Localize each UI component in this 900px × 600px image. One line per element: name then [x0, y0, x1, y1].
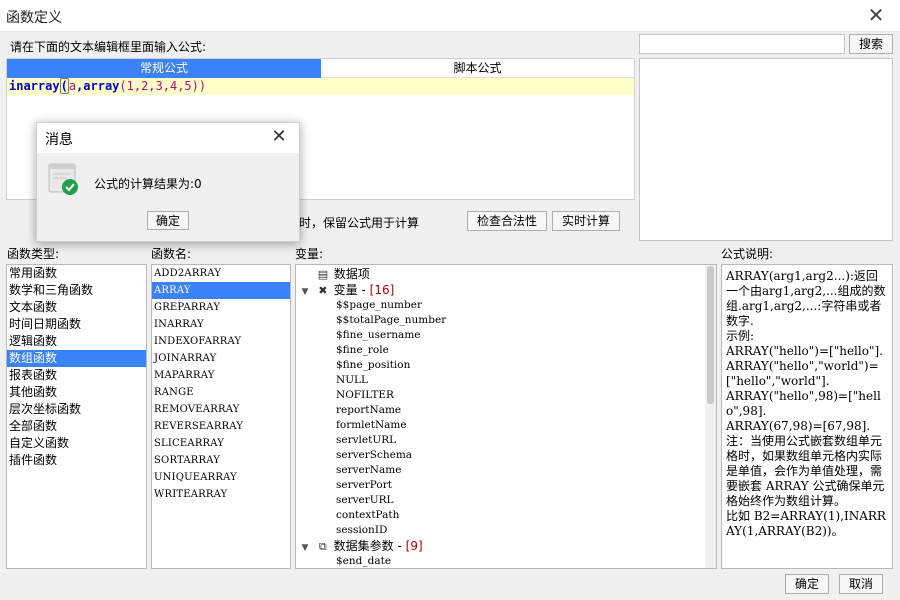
tab-normal-formula[interactable]: 常规公式: [7, 59, 321, 78]
function-name-list[interactable]: ADD2ARRAY ARRAY GREPARRAY INARRAY INDEXO…: [151, 264, 291, 569]
tab-script-formula[interactable]: 脚本公式: [321, 59, 634, 78]
cancel-button[interactable]: 取消: [839, 574, 883, 594]
tree-leaf-variable[interactable]: formletName: [336, 418, 716, 433]
variable-label: 变量:: [295, 247, 324, 261]
dialog-message: 公式的计算结果为:0: [94, 177, 202, 191]
tree-node-data-item[interactable]: ▤ 数据项: [296, 266, 716, 282]
tree-leaf-variable[interactable]: $fine_position: [336, 358, 716, 373]
list-item[interactable]: 报表函数: [7, 367, 146, 384]
list-item[interactable]: SORTARRAY: [152, 452, 290, 469]
dialog-body: 公式的计算结果为:0 确定: [37, 153, 299, 241]
window-close-icon[interactable]: ✕: [864, 4, 888, 28]
dialog-header: 消息 ✕: [37, 123, 299, 153]
code-function: inarray: [9, 79, 60, 93]
list-item[interactable]: 数学和三角函数: [7, 282, 146, 299]
ok-button[interactable]: 确定: [785, 574, 829, 594]
list-item[interactable]: 逻辑函数: [7, 333, 146, 350]
list-item[interactable]: INDEXOFARRAY: [152, 333, 290, 350]
list-item[interactable]: MAPARRAY: [152, 367, 290, 384]
table-icon: ▤: [317, 268, 329, 281]
tree-leaf-variable[interactable]: serverName: [336, 463, 716, 478]
list-item[interactable]: GREPARRAY: [152, 299, 290, 316]
dialog-ok-button[interactable]: 确定: [147, 211, 189, 230]
tree-leaf-variable[interactable]: serverURL: [336, 493, 716, 508]
formula-code-line[interactable]: inarray(a,array(1,2,3,4,5)): [7, 78, 634, 95]
list-item[interactable]: RANGE: [152, 384, 290, 401]
code-cursor-paren: (: [59, 78, 69, 94]
check-validity-button[interactable]: 检查合法性: [467, 211, 547, 231]
dataset-param-icon: ⧉: [318, 540, 327, 553]
code-arg: a: [68, 79, 77, 93]
dialog-title: 消息: [45, 132, 73, 148]
realtime-calc-button[interactable]: 实时计算: [552, 211, 620, 231]
keep-formula-text: 时，保留公式用于计算: [299, 216, 420, 230]
function-type-label: 函数类型:: [7, 247, 60, 261]
list-item[interactable]: SLICEARRAY: [152, 435, 290, 452]
list-item[interactable]: 常用函数: [7, 265, 146, 282]
tree-leaf-variable[interactable]: contextPath: [336, 508, 716, 523]
dataset-param-count: [9]: [405, 539, 423, 553]
list-item-selected[interactable]: ARRAY: [152, 282, 290, 299]
list-item[interactable]: 自定义函数: [7, 435, 146, 452]
tree-leaf-variable[interactable]: $fine_username: [336, 328, 716, 343]
tree-leaf-variable[interactable]: sessionID: [336, 523, 716, 538]
list-item[interactable]: REMOVEARRAY: [152, 401, 290, 418]
chevron-down-icon[interactable]: ▼: [298, 540, 312, 556]
search-input[interactable]: [639, 34, 845, 54]
variable-count: [16]: [369, 283, 395, 297]
tree-leaf-variable[interactable]: serverPort: [336, 478, 716, 493]
tree-leaf-variable[interactable]: NOFILTER: [336, 388, 716, 403]
tree-leaf-variable[interactable]: NULL: [336, 373, 716, 388]
tree-leaf-dataset-param[interactable]: $end_date: [336, 554, 716, 568]
list-item[interactable]: UNIQUEARRAY: [152, 469, 290, 486]
list-item[interactable]: 层次坐标函数: [7, 401, 146, 418]
variable-icon: ✖: [318, 284, 328, 297]
list-item[interactable]: 时间日期函数: [7, 316, 146, 333]
list-item[interactable]: REVERSEARRAY: [152, 418, 290, 435]
list-item-selected[interactable]: 数组函数: [7, 350, 146, 367]
list-item[interactable]: 全部函数: [7, 418, 146, 435]
list-item[interactable]: WRITEARRAY: [152, 486, 290, 503]
tree-leaf-variable[interactable]: $$page_number: [336, 298, 716, 313]
tree-leaf-variable[interactable]: reportName: [336, 403, 716, 418]
tree-leaf-variable[interactable]: serverSchema: [336, 448, 716, 463]
variable-scrollbar-thumb[interactable]: [707, 266, 714, 404]
editor-prompt: 请在下面的文本编辑框里面输入公式:: [10, 40, 207, 54]
list-item[interactable]: 其他函数: [7, 384, 146, 401]
tree-node-variables[interactable]: ▼ ✖ 变量 - [16]: [296, 282, 716, 298]
variable-tree[interactable]: ▤ 数据项 ▼ ✖ 变量 - [16] $$page_number $$tota…: [295, 264, 717, 569]
function-name-label: 函数名:: [151, 247, 192, 261]
function-type-list[interactable]: 常用函数 数学和三角函数 文本函数 时间日期函数 逻辑函数 数组函数 报表函数 …: [6, 264, 147, 569]
window-title: 函数定义: [6, 10, 62, 26]
title-bar: 函数定义 ✕: [0, 0, 900, 32]
message-dialog: 消息 ✕ 公式的计算结果为:0 确定: [36, 122, 300, 242]
tree-node-dataset-params[interactable]: ▼ ⧉ 数据集参数 - [9]: [296, 538, 716, 554]
formula-description-label: 公式说明:: [721, 247, 774, 261]
list-item[interactable]: ADD2ARRAY: [152, 265, 290, 282]
chevron-down-icon[interactable]: ▼: [298, 284, 312, 300]
list-item[interactable]: 文本函数: [7, 299, 146, 316]
search-button[interactable]: 搜索: [849, 34, 893, 54]
list-item[interactable]: 插件函数: [7, 452, 146, 469]
check-circle-icon: [48, 163, 78, 195]
list-item[interactable]: INARRAY: [152, 316, 290, 333]
tree-leaf-variable[interactable]: $$totalPage_number: [336, 313, 716, 328]
code-function: array: [83, 79, 120, 93]
search-results-box[interactable]: [639, 58, 893, 241]
tree-leaf-variable[interactable]: servletURL: [336, 433, 716, 448]
dialog-close-icon[interactable]: ✕: [267, 125, 291, 149]
tree-leaf-variable[interactable]: $fine_role: [336, 343, 716, 358]
code-args: (1,2,3,4,5)): [119, 79, 207, 93]
formula-description: ARRAY(arg1,arg2...):返回一个由arg1,arg2,...组成…: [721, 264, 893, 569]
list-item[interactable]: JOINARRAY: [152, 350, 290, 367]
